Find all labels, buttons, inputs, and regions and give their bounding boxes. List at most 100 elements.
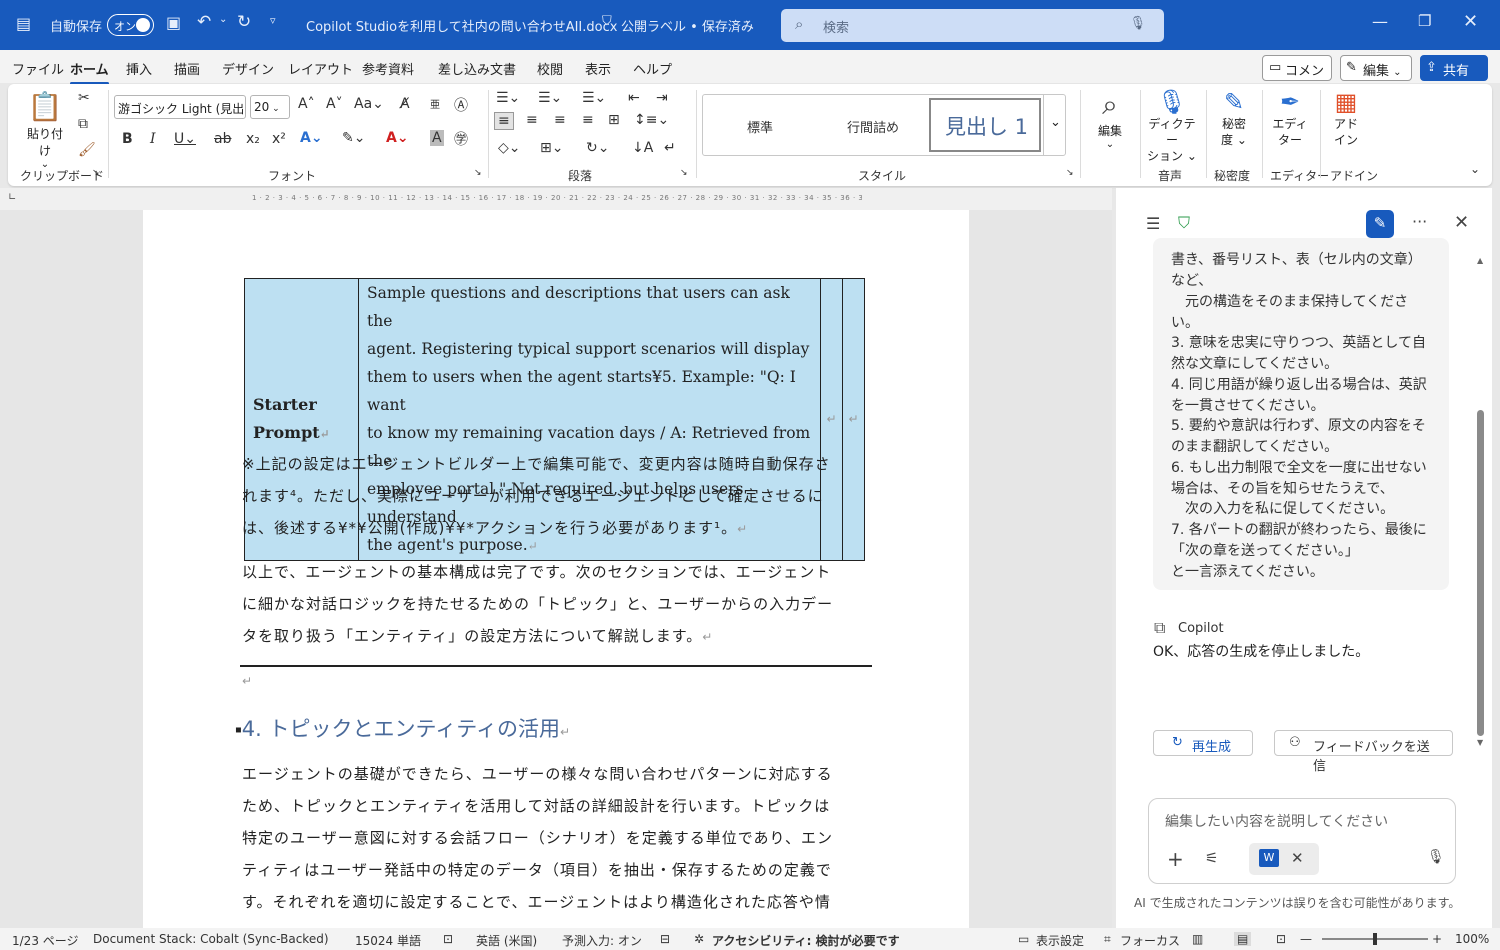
dialog-launcher-icon[interactable]: ↘ xyxy=(92,168,100,178)
phonetic-guide-icon[interactable]: 亜 xyxy=(430,96,440,111)
body-paragraph[interactable]: エージェントの基礎ができたら、ユーザーの様々な問い合わせパターンに対応する ため… xyxy=(242,758,882,918)
dialog-launcher-icon[interactable]: ↘ xyxy=(680,168,688,178)
search-input[interactable]: ⌕ 検索 🎙 xyxy=(781,9,1164,42)
align-center-icon[interactable]: ≡ xyxy=(526,112,538,128)
web-layout-icon[interactable]: ⊡ xyxy=(1276,932,1286,946)
attached-file-chip[interactable]: W ✕ xyxy=(1249,843,1319,875)
character-shading-icon[interactable]: A xyxy=(430,130,444,146)
summary-paragraph[interactable]: 以上で、エージェントの基本構成は完了です。次のセクションでは、エージェント に細… xyxy=(242,556,882,653)
text-predictions[interactable]: 予測入力: オン xyxy=(562,932,642,949)
read-mode-icon[interactable]: ▥ xyxy=(1192,932,1203,946)
text-effects-icon[interactable]: A⌄ xyxy=(300,130,323,146)
menu-icon[interactable]: ☰ xyxy=(1146,214,1160,233)
more-options-icon[interactable]: ··· xyxy=(1412,212,1427,231)
new-chat-icon[interactable]: ✎ xyxy=(1366,210,1394,238)
horizontal-ruler[interactable]: ∟ 1 · 2 · 3 · 4 · 5 · 6 · 7 · 8 · 9 · 10… xyxy=(0,188,1112,210)
remove-attachment-icon[interactable]: ✕ xyxy=(1291,849,1304,867)
tab-layout[interactable]: レイアウト xyxy=(288,59,353,78)
feedback-button[interactable]: ⚇ フィードバックを送信 xyxy=(1274,730,1453,774)
sort-icon[interactable]: ↓A xyxy=(632,140,653,156)
dialog-launcher-icon[interactable]: ↘ xyxy=(474,168,482,178)
superscript-icon[interactable]: x² xyxy=(272,131,286,147)
zoom-slider[interactable] xyxy=(1322,933,1428,945)
show-marks-icon[interactable]: ↵ xyxy=(664,140,676,156)
document-title[interactable]: Copilot Studioを利用して社内の問い合わせAII.docx xyxy=(306,16,617,35)
note-paragraph[interactable]: ※上記の設定はエージェントビルダー上で編集可能で、変更内容は随時自動保存さ れま… xyxy=(242,448,882,545)
minimize-icon[interactable]: — xyxy=(1372,12,1388,31)
grow-font-icon[interactable]: A˄ xyxy=(298,96,315,112)
restore-icon[interactable]: ❐ xyxy=(1418,12,1431,30)
display-settings[interactable]: 表示設定 xyxy=(1036,932,1084,949)
copilot-scrollbar[interactable]: ▲ ▼ xyxy=(1477,256,1485,747)
borders-icon[interactable]: ⊞⌄ xyxy=(540,140,563,156)
tab-file[interactable]: ファイル xyxy=(12,59,64,78)
comment-button[interactable]: ▭ コメント xyxy=(1262,55,1332,98)
undo-dropdown-icon[interactable]: ⌄ xyxy=(219,14,227,25)
shrink-font-icon[interactable]: A˅ xyxy=(326,96,343,112)
align-right-icon[interactable]: ≡ xyxy=(554,112,566,128)
regenerate-button[interactable]: ↻ 再生成 xyxy=(1153,730,1253,756)
line-spacing-icon[interactable]: ↕≡⌄ xyxy=(634,112,669,128)
tab-view[interactable]: 表示 xyxy=(585,59,611,78)
decrease-indent-icon[interactable]: ⇤ xyxy=(628,90,640,106)
macro-icon[interactable]: ⊟ xyxy=(660,932,670,946)
style-normal[interactable]: 標準 xyxy=(747,117,773,136)
proofing-icon[interactable]: ⊡ xyxy=(443,932,453,946)
editor-button[interactable]: ✒ エディ ター xyxy=(1268,88,1312,148)
collapse-ribbon-icon[interactable]: ⌄ xyxy=(1470,162,1480,176)
change-case-icon[interactable]: Aa⌄ xyxy=(354,96,384,112)
align-left-icon[interactable]: ≡ xyxy=(494,112,514,130)
italic-icon[interactable]: I xyxy=(150,131,156,147)
zoom-slider-thumb[interactable] xyxy=(1373,933,1377,945)
accessibility-status[interactable]: アクセシビリティ: 検討が必要です xyxy=(712,932,900,949)
cut-icon[interactable]: ✂ xyxy=(78,90,90,106)
editing-button[interactable]: ⌕ 編集 ⌄ xyxy=(1088,88,1132,150)
zoom-in-icon[interactable]: + xyxy=(1432,932,1442,946)
add-icon[interactable]: + xyxy=(1167,847,1184,871)
sensitivity-button[interactable]: ✎ 秘密 度 ⌄ xyxy=(1212,88,1256,148)
dialog-launcher-icon[interactable]: ↘ xyxy=(1066,168,1074,178)
section-heading[interactable]: ▪4. トピックとエンティティの活用↵ xyxy=(235,713,570,743)
document-area[interactable]: Starter Prompt ↵ Sample questions and des… xyxy=(0,210,1112,928)
redo-icon[interactable]: ↻ xyxy=(237,12,251,32)
increase-indent-icon[interactable]: ⇥ xyxy=(656,90,668,106)
multilevel-list-icon[interactable]: ☰⌄ xyxy=(582,90,606,106)
language-indicator[interactable]: 英語 (米国) xyxy=(476,932,537,949)
save-icon[interactable]: ▣ xyxy=(166,13,181,32)
prompt-input[interactable]: 編集したい内容を説明してください + ⚟ W ✕ 🎙 xyxy=(1148,798,1456,884)
zoom-out-icon[interactable]: — xyxy=(1300,932,1312,946)
justify-icon[interactable]: ≡ xyxy=(582,112,594,128)
edit-mode-button[interactable]: ✎ 編集 ⌄ xyxy=(1340,55,1412,81)
distributed-icon[interactable]: ⊞ xyxy=(608,112,620,128)
subscript-icon[interactable]: x₂ xyxy=(246,131,260,147)
label-status[interactable]: 公開ラベル • 保存済み xyxy=(621,16,754,35)
scrollbar-thumb[interactable] xyxy=(1477,410,1484,736)
dictation-button[interactable]: 🎙 ディクテー ション ⌄ xyxy=(1144,88,1200,164)
settings-sliders-icon[interactable]: ⚟ xyxy=(1205,849,1218,867)
bullets-icon[interactable]: ☰⌄ xyxy=(496,90,520,106)
style-heading1[interactable]: 見出し 1 xyxy=(929,98,1041,152)
document-stack[interactable]: Document Stack: Cobalt (Sync-Backed) xyxy=(93,932,329,946)
font-size-select[interactable]: 20 ⌄ xyxy=(250,95,290,119)
scroll-down-icon[interactable]: ▼ xyxy=(1477,738,1483,747)
scroll-up-icon[interactable]: ▲ xyxy=(1477,256,1483,265)
tab-selector-icon[interactable]: ∟ xyxy=(8,192,16,203)
underline-icon[interactable]: U⌄ xyxy=(174,131,196,147)
highlight-icon[interactable]: ✎⌄ xyxy=(342,130,365,146)
close-pane-icon[interactable]: ✕ xyxy=(1454,212,1469,233)
font-color-icon[interactable]: A⌄ xyxy=(386,130,409,146)
page-indicator[interactable]: 1/23 ページ xyxy=(12,932,79,949)
strikethrough-icon[interactable]: ab xyxy=(214,131,231,147)
customize-qat-icon[interactable]: ▿ xyxy=(270,14,276,27)
enclose-characters-icon[interactable]: ㊫ xyxy=(454,129,468,149)
bold-icon[interactable]: B xyxy=(122,131,133,147)
document-page[interactable]: Starter Prompt ↵ Sample questions and des… xyxy=(143,210,969,928)
tab-mailings[interactable]: 差し込み文書 xyxy=(438,59,516,78)
clear-formatting-icon[interactable]: A̸ xyxy=(400,96,410,112)
autosave-toggle[interactable]: オン xyxy=(107,14,154,36)
tab-review[interactable]: 校閲 xyxy=(537,59,563,78)
app-icon[interactable]: ▤ xyxy=(16,14,31,33)
addins-button[interactable]: ▦ アド イン xyxy=(1326,88,1366,148)
tab-references[interactable]: 参考資料 xyxy=(362,59,414,78)
tab-help[interactable]: ヘルプ xyxy=(633,59,672,78)
